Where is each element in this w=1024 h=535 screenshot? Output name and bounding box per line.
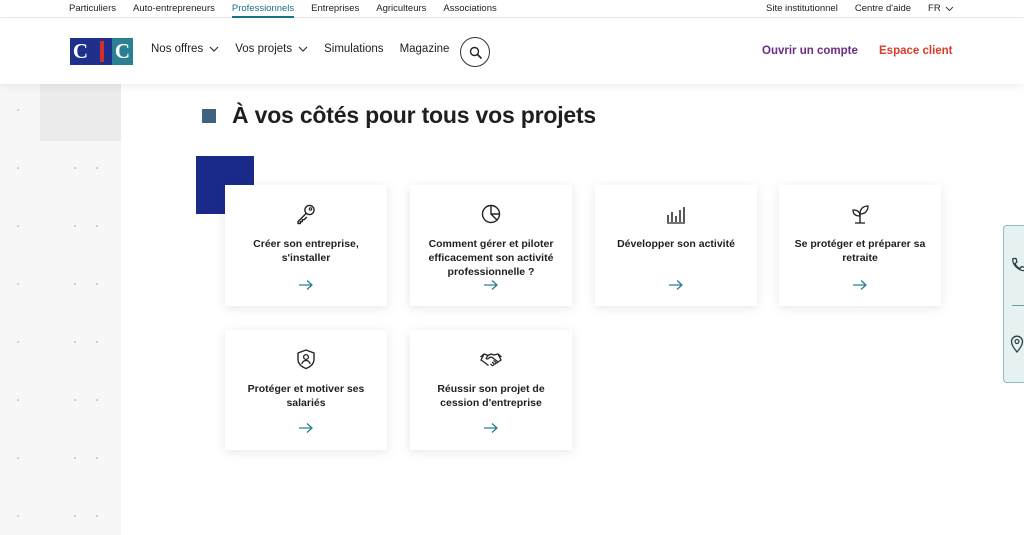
institutional-site-link[interactable]: Site institutionnel [766, 3, 838, 14]
arrow-right-icon [853, 280, 867, 290]
left-decorative-column [0, 84, 121, 535]
arrow-right-icon [484, 280, 498, 290]
section-title-wrap: À vos côtés pour tous vos projets [202, 102, 596, 129]
shield-user-icon [297, 349, 315, 370]
chevron-down-icon [945, 6, 954, 11]
nav-magazine[interactable]: Magazine [400, 43, 450, 55]
audience-link-particuliers[interactable]: Particuliers [69, 3, 116, 18]
handshake-icon [480, 353, 502, 367]
section-title: À vos côtés pour tous vos projets [232, 102, 597, 128]
card-label: Réussir son projet de cession d'entrepri… [437, 383, 545, 409]
card-arrow-wrap [225, 422, 387, 434]
card-label: Se protéger et préparer sa retraite [794, 238, 926, 264]
project-card-transfer[interactable]: Réussir son projet de cession d'entrepri… [410, 330, 572, 450]
audience-link-professionnels[interactable]: Professionnels [231, 3, 295, 18]
phone-icon [1012, 257, 1024, 272]
audience-link-agriculteurs[interactable]: Agriculteurs [376, 3, 426, 18]
card-arrow-wrap [410, 422, 572, 434]
logo-letter-c2: C [112, 38, 133, 65]
card-label: Protéger et motiver ses salariés [247, 383, 365, 409]
main-header: C C Nos offres Vos projets Simulations M… [0, 19, 1024, 84]
cic-logo[interactable]: C C [70, 38, 133, 65]
title-square-marker [202, 108, 216, 123]
main-nav: Nos offres Vos projets Simulations Magaz… [151, 43, 465, 55]
open-account-link[interactable]: Ouvrir un compte [762, 45, 858, 57]
nav-simulations[interactable]: Simulations [324, 43, 383, 55]
language-label: FR [928, 3, 941, 14]
client-space-link[interactable]: Espace client [879, 45, 953, 57]
card-icon-wrap [779, 203, 941, 225]
location-pin-icon [1010, 335, 1024, 354]
audience-nav: Particuliers Auto-entrepreneurs Professi… [69, 3, 497, 18]
project-card-manage[interactable]: Comment gérer et piloter efficacement so… [410, 185, 572, 306]
project-card-create[interactable]: Créer son entreprise, s'installer [225, 185, 387, 306]
contact-side-widget [1003, 225, 1024, 383]
sprout-icon [852, 205, 869, 224]
card-icon-wrap [595, 203, 757, 225]
bar-chart-icon [667, 207, 685, 224]
project-card-protect-retire[interactable]: Se protéger et préparer sa retraite [779, 185, 941, 306]
card-label: Créer son entreprise, s'installer [253, 238, 359, 264]
nav-offers[interactable]: Nos offres [151, 43, 219, 55]
side-widget-separator [1012, 305, 1024, 306]
logo-i-bar [100, 41, 104, 62]
card-arrow-wrap [225, 279, 387, 291]
utility-nav: Site institutionnel Centre d'aide FR [766, 3, 954, 14]
audience-link-auto-entrepreneurs[interactable]: Auto-entrepreneurs [133, 3, 215, 18]
logo-letter-i [91, 38, 112, 65]
card-icon-wrap [410, 203, 572, 225]
project-card-develop[interactable]: Développer son activité [595, 185, 757, 306]
search-button[interactable] [460, 37, 490, 67]
logo-letter-c1: C [70, 38, 91, 65]
card-arrow-wrap [410, 279, 572, 291]
search-icon [469, 46, 482, 59]
nav-projects[interactable]: Vos projets [235, 43, 308, 55]
nav-offers-label: Nos offres [151, 43, 204, 55]
language-selector[interactable]: FR [928, 3, 954, 14]
phone-button[interactable] [1010, 257, 1024, 278]
card-icon-wrap [410, 348, 572, 370]
nav-projects-label: Vos projets [235, 43, 293, 55]
card-icon-wrap [225, 203, 387, 225]
card-arrow-wrap [595, 279, 757, 291]
arrow-right-icon [669, 280, 683, 290]
card-label: Développer son activité [617, 238, 735, 250]
dot-pattern [17, 109, 98, 517]
help-center-link[interactable]: Centre d'aide [855, 3, 911, 14]
chevron-down-icon [298, 46, 308, 52]
project-card-employees[interactable]: Protéger et motiver ses salariés [225, 330, 387, 450]
audience-link-entreprises[interactable]: Entreprises [311, 3, 359, 18]
audience-link-associations[interactable]: Associations [443, 3, 496, 18]
chevron-down-icon [209, 46, 219, 52]
top-bar: Particuliers Auto-entrepreneurs Professi… [0, 0, 1024, 18]
pie-chart-icon [481, 204, 501, 224]
arrow-right-icon [299, 423, 313, 433]
key-icon [297, 204, 315, 225]
location-button[interactable] [1010, 335, 1024, 358]
arrow-right-icon [299, 280, 313, 290]
card-arrow-wrap [779, 279, 941, 291]
arrow-right-icon [484, 423, 498, 433]
card-icon-wrap [225, 348, 387, 370]
card-label: Comment gérer et piloter efficacement so… [428, 238, 554, 278]
